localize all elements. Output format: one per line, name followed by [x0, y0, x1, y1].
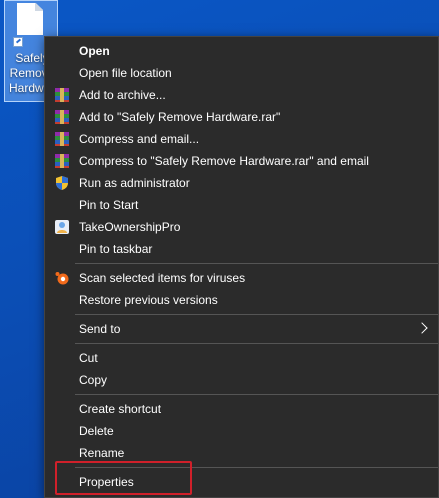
menu-item-label: Create shortcut	[79, 402, 162, 416]
menu-item-create-shortcut[interactable]: Create shortcut	[45, 398, 438, 420]
menu-item-label: Delete	[79, 424, 114, 438]
menu-item-cut[interactable]: Cut	[45, 347, 438, 369]
menu-item-label: Send to	[79, 322, 121, 336]
file-icon	[17, 3, 43, 35]
menu-item-label: Copy	[79, 373, 108, 387]
menu-item-label: Rename	[79, 446, 125, 460]
winrar-icon	[55, 154, 69, 168]
menu-item-restore-previous-versions[interactable]: Restore previous versions	[45, 289, 438, 311]
shortcut-arrow-icon	[13, 37, 23, 47]
menu-item-compress-to-rar-and-email[interactable]: Compress to "Safely Remove Hardware.rar"…	[45, 150, 438, 172]
menu-item-send-to[interactable]: Send to	[45, 318, 438, 340]
menu-item-delete[interactable]: Delete	[45, 420, 438, 442]
menu-item-label: Properties	[79, 475, 134, 489]
menu-item-properties[interactable]: Properties	[45, 471, 438, 493]
menu-item-label: Add to archive...	[79, 88, 166, 102]
menu-item-open[interactable]: Open	[45, 40, 438, 62]
menu-item-pin-to-start[interactable]: Pin to Start	[45, 194, 438, 216]
winrar-icon	[55, 110, 69, 124]
menu-separator	[75, 314, 438, 315]
menu-item-rename[interactable]: Rename	[45, 442, 438, 464]
menu-separator	[75, 343, 438, 344]
menu-item-label: Pin to Start	[79, 198, 139, 212]
context-menu: Open Open file location Add to archive..…	[44, 36, 439, 498]
menu-item-label: Run as administrator	[79, 176, 190, 190]
menu-separator	[75, 467, 438, 468]
menu-item-label: Compress to "Safely Remove Hardware.rar"…	[79, 154, 369, 168]
menu-item-label: Open file location	[79, 66, 172, 80]
menu-item-add-to-rar[interactable]: Add to "Safely Remove Hardware.rar"	[45, 106, 438, 128]
menu-item-label: Pin to taskbar	[79, 242, 153, 256]
menu-item-label: Compress and email...	[79, 132, 200, 146]
menu-item-add-to-archive[interactable]: Add to archive...	[45, 84, 438, 106]
menu-item-run-as-administrator[interactable]: Run as administrator	[45, 172, 438, 194]
menu-item-copy[interactable]: Copy	[45, 369, 438, 391]
winrar-icon	[55, 132, 69, 146]
menu-separator	[75, 263, 438, 264]
menu-item-pin-to-taskbar[interactable]: Pin to taskbar	[45, 238, 438, 260]
menu-item-label: Restore previous versions	[79, 293, 218, 307]
winrar-icon	[55, 88, 69, 102]
avast-icon	[55, 272, 69, 285]
menu-item-label: Cut	[79, 351, 98, 365]
menu-item-takeownershippro[interactable]: TakeOwnershipPro	[45, 216, 438, 238]
menu-item-compress-and-email[interactable]: Compress and email...	[45, 128, 438, 150]
menu-item-scan-for-viruses[interactable]: Scan selected items for viruses	[45, 267, 438, 289]
chevron-right-icon	[416, 322, 428, 334]
menu-item-label: TakeOwnershipPro	[79, 220, 181, 234]
desktop: Safely Remove Hardware Open Open file lo…	[0, 0, 439, 498]
menu-item-label: Scan selected items for viruses	[79, 271, 246, 285]
menu-item-open-file-location[interactable]: Open file location	[45, 62, 438, 84]
takeownershippro-icon	[55, 220, 69, 234]
uac-shield-icon	[56, 176, 68, 190]
menu-separator	[75, 394, 438, 395]
menu-item-label: Add to "Safely Remove Hardware.rar"	[79, 110, 281, 124]
menu-item-label: Open	[79, 44, 110, 58]
